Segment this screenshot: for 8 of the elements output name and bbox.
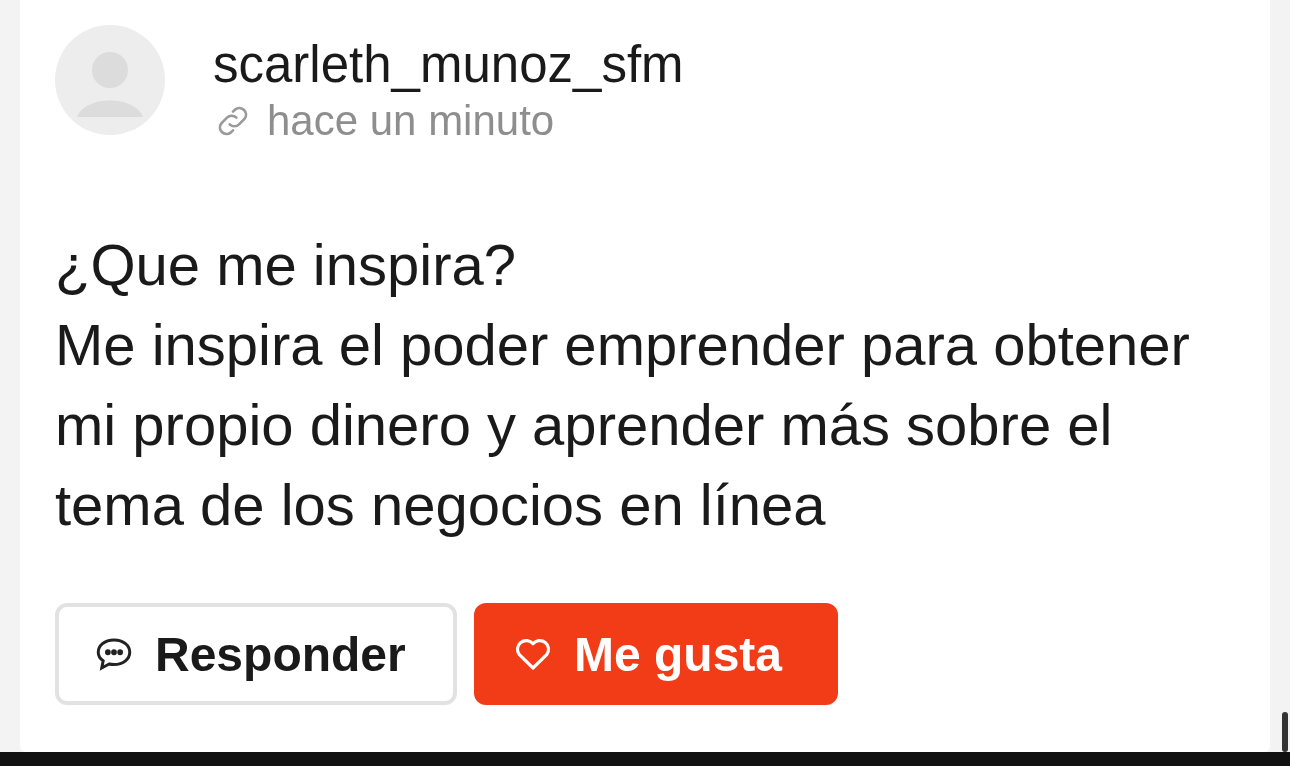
- avatar-icon: [55, 25, 165, 135]
- post-body: Me inspira el poder emprender para obtener mi propio dinero y aprender más sobre el tema de los negocios en línea: [55, 311, 1191, 539]
- scrollbar[interactable]: [1282, 712, 1288, 752]
- author-name[interactable]: scarleth_munoz_sfm: [213, 37, 684, 93]
- post-title: ¿Que me inspira?: [55, 231, 517, 299]
- like-button[interactable]: Me gusta: [474, 603, 838, 705]
- reply-button[interactable]: Responder: [55, 603, 457, 705]
- post-time: hace un minuto: [267, 97, 555, 145]
